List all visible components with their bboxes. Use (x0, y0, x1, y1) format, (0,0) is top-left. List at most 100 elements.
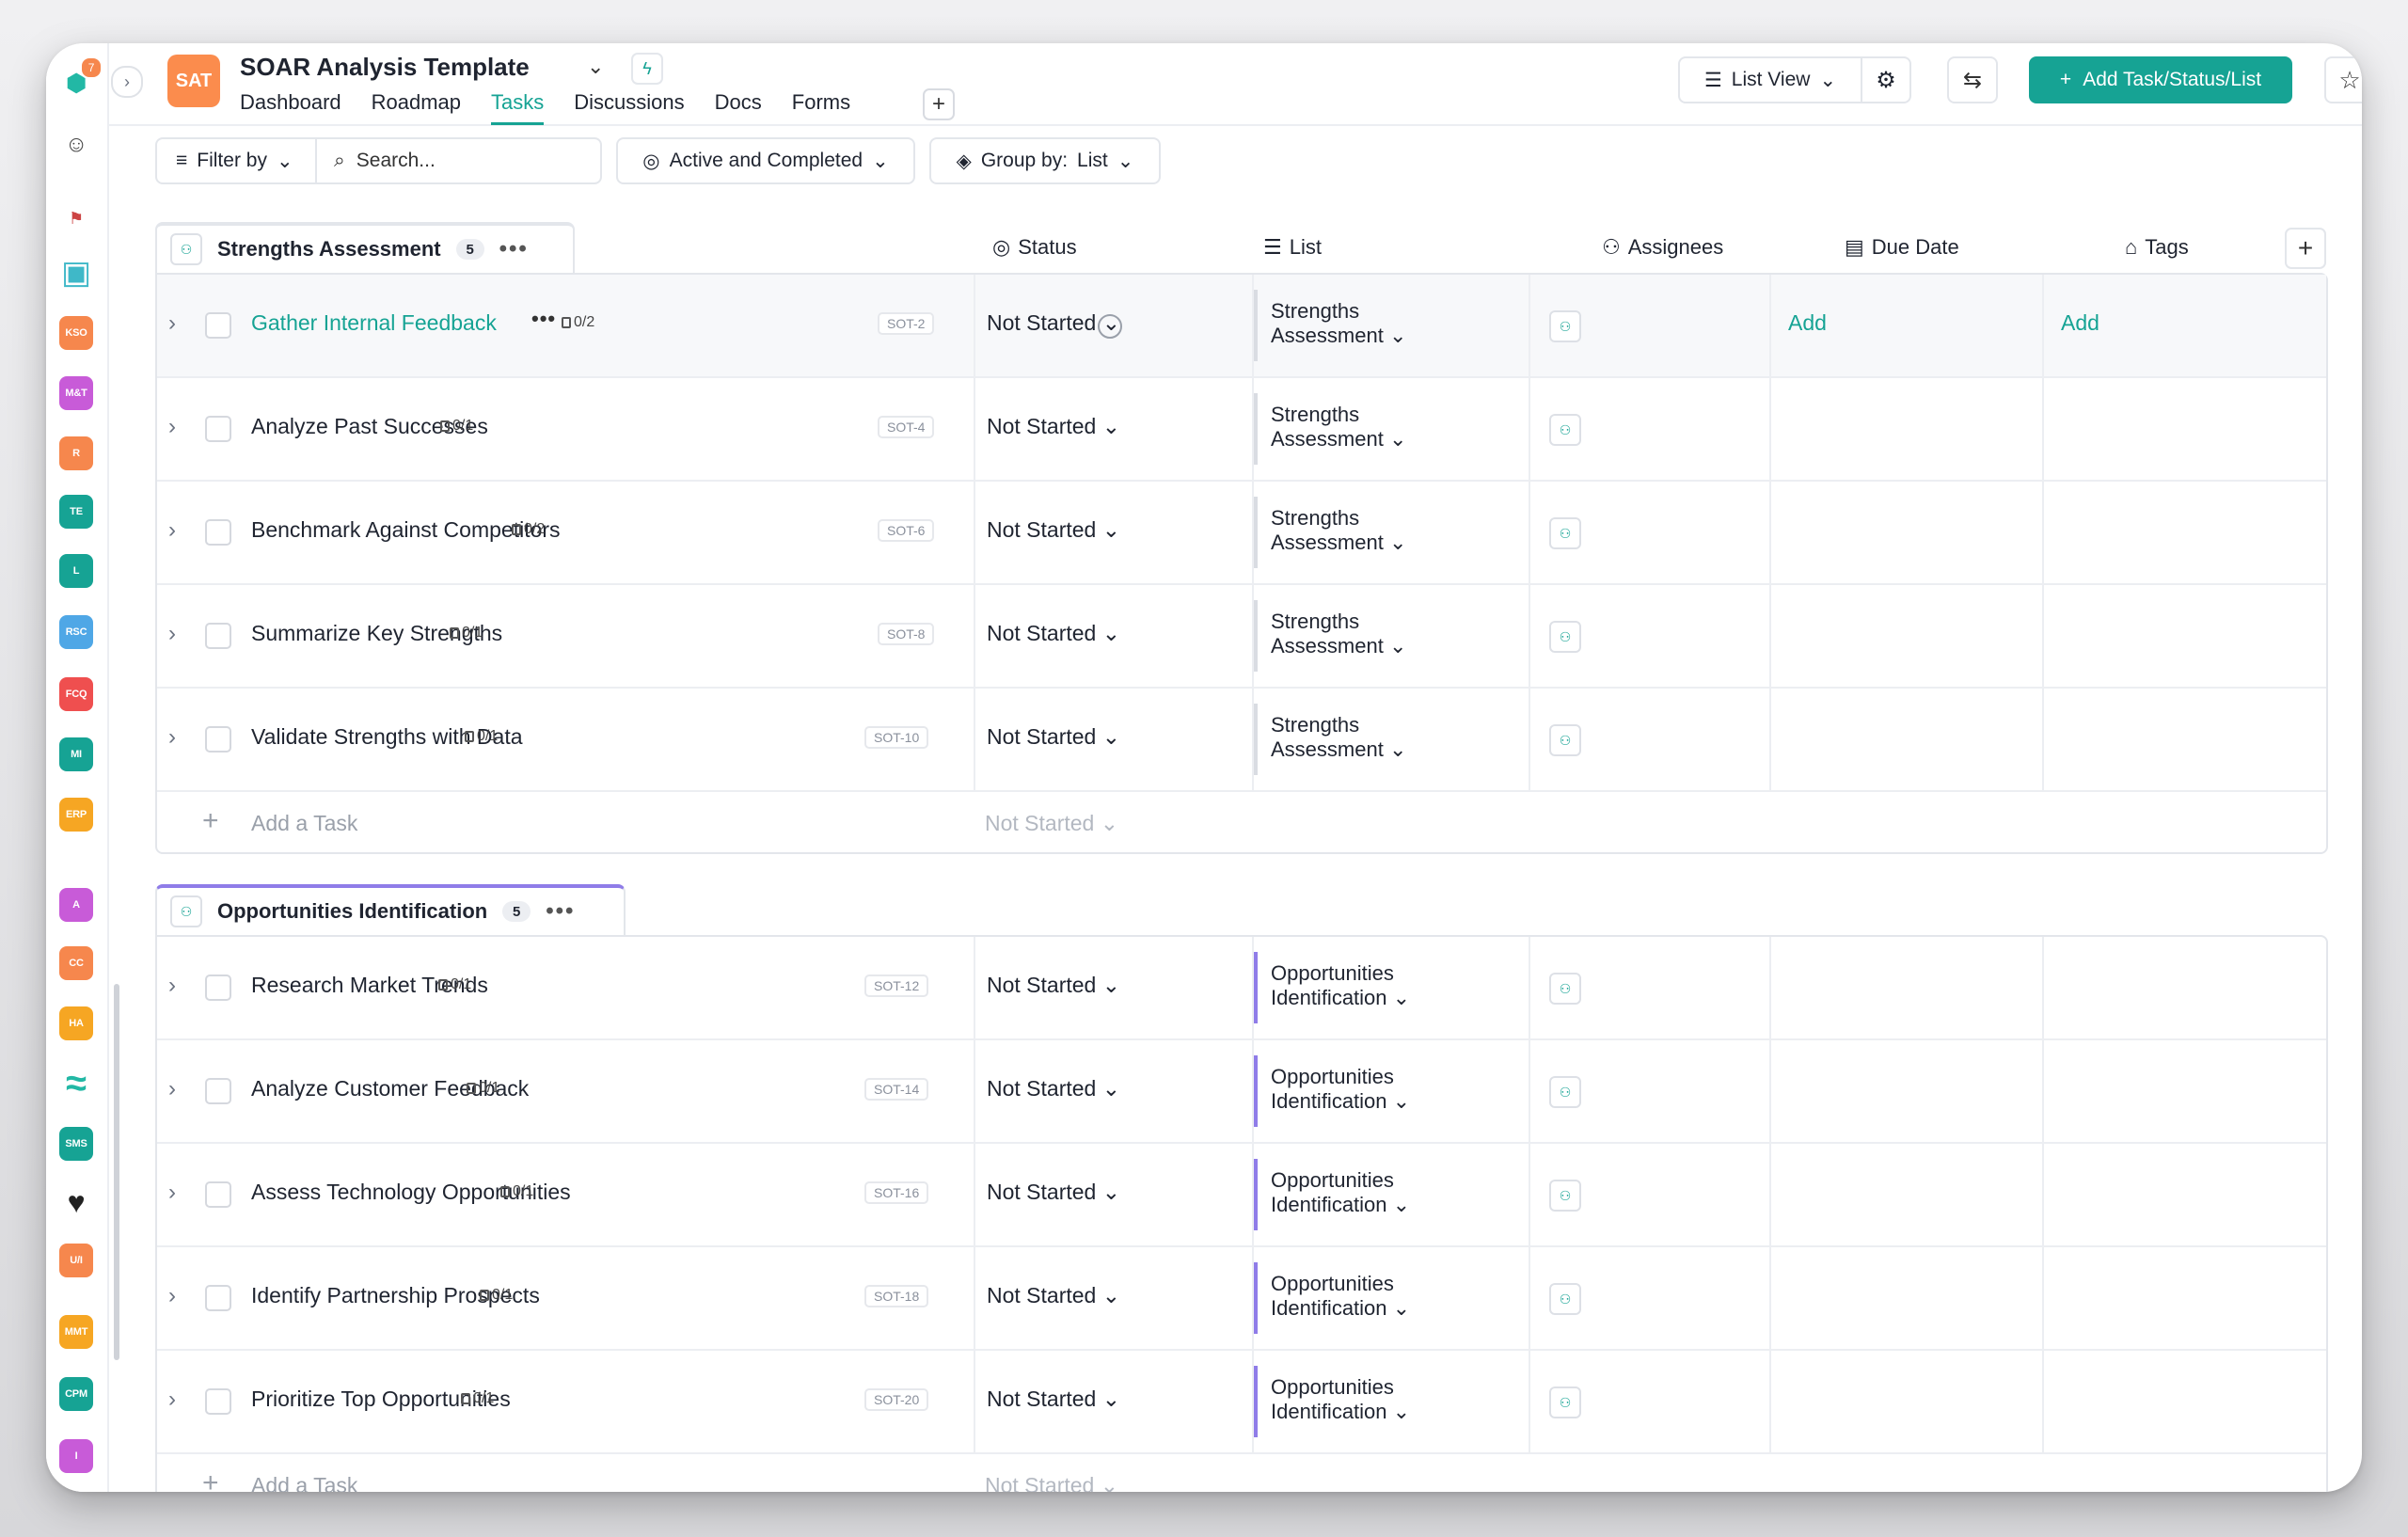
list-dropdown[interactable]: Opportunities Identification ⌄ (1271, 1272, 1459, 1321)
chevron-right-icon[interactable]: › (168, 973, 176, 999)
tags-cell[interactable] (2042, 1040, 2317, 1142)
add-due-date-link[interactable]: Add (1788, 310, 1827, 336)
add-assignee-icon[interactable]: ⚇ (170, 233, 202, 265)
tags-cell[interactable]: Add (2042, 275, 2317, 376)
list-cell[interactable]: Strengths Assessment ⌄ (1252, 585, 1530, 687)
task-row[interactable]: › Benchmark Against Competitors 0/2 SOT-… (157, 482, 2326, 585)
tags-cell[interactable] (2042, 1247, 2317, 1349)
workspace-kso-button[interactable]: KSO (59, 316, 93, 350)
add-column-button[interactable]: + (2285, 228, 2326, 269)
subtask-count[interactable]: 0/1 (461, 1390, 494, 1407)
assignees-cell[interactable]: ⚇ (1529, 275, 1771, 376)
chevron-right-icon[interactable]: › (168, 1283, 176, 1309)
more-options-icon[interactable]: ••• (546, 898, 575, 925)
due-date-cell[interactable] (1769, 689, 2044, 790)
flag-icon[interactable]: ⚑ (59, 201, 93, 235)
list-cell[interactable]: Strengths Assessment ⌄ (1252, 378, 1530, 480)
workspace-fcq-button[interactable]: FCQ (59, 677, 93, 711)
status-cell[interactable]: Not Started ⌄ (974, 378, 1254, 480)
column-tags[interactable]: ⌂ Tags (2125, 222, 2189, 273)
subtask-count[interactable]: 0/2 (562, 314, 594, 331)
status-dropdown[interactable]: Not Started ⌄ (987, 973, 1120, 998)
group-by-dropdown[interactable]: ◈ Group by: List ⌄ (929, 137, 1161, 184)
list-dropdown[interactable]: Strengths Assessment ⌄ (1271, 506, 1459, 555)
status-cell[interactable]: Not Started ⌄ (974, 689, 1254, 790)
status-cell[interactable]: Not Started ⌄ (974, 1144, 1254, 1245)
subtask-count[interactable]: 0/1 (440, 418, 473, 435)
list-dropdown[interactable]: Opportunities Identification ⌄ (1271, 1168, 1459, 1217)
assignees-cell[interactable]: ⚇ (1529, 482, 1771, 583)
workspace-sms-button[interactable]: SMS (59, 1127, 93, 1161)
due-date-cell[interactable] (1769, 1247, 2044, 1349)
assignees-cell[interactable]: ⚇ (1529, 1247, 1771, 1349)
due-date-cell[interactable] (1769, 1144, 2044, 1245)
subtask-count[interactable]: 0/1 (500, 1183, 533, 1200)
workspace-r-button[interactable]: R (59, 436, 93, 470)
task-name[interactable]: Gather Internal Feedback (251, 310, 497, 336)
task-checkbox[interactable] (205, 312, 231, 339)
status-dropdown[interactable]: Not Started ⌄ (987, 310, 1120, 336)
list-dropdown[interactable]: Opportunities Identification ⌄ (1271, 961, 1459, 1010)
task-row[interactable]: › Prioritize Top Opportunities 0/1 SOT-2… (157, 1351, 2326, 1454)
tags-cell[interactable] (2042, 482, 2317, 583)
workspace-cpm-button[interactable]: CPM (59, 1377, 93, 1411)
workspace-ui-button[interactable]: U/I (59, 1244, 93, 1277)
status-cell[interactable]: Not Started ⌄ (974, 937, 1254, 1038)
add-assignee-icon[interactable]: ⚇ (1549, 1283, 1581, 1315)
chevron-right-icon[interactable]: › (168, 1076, 176, 1102)
add-tag-link[interactable]: Add (2061, 310, 2099, 336)
filter-button[interactable]: ≡ Filter by ⌄ (157, 139, 317, 182)
chevron-right-icon[interactable]: › (168, 310, 176, 337)
workspace-mmt-button[interactable]: MMT (59, 1315, 93, 1349)
list-cell[interactable]: Opportunities Identification ⌄ (1252, 1247, 1530, 1349)
tab-discussions[interactable]: Discussions (574, 90, 684, 125)
chevron-right-icon[interactable]: › (168, 1386, 176, 1413)
chevron-right-icon[interactable]: › (168, 517, 176, 544)
list-cell[interactable]: Opportunities Identification ⌄ (1252, 1351, 1530, 1452)
add-assignee-icon[interactable]: ⚇ (1549, 310, 1581, 342)
status-dropdown[interactable]: Not Started ⌄ (987, 621, 1120, 646)
add-assignee-icon[interactable]: ⚇ (1549, 1386, 1581, 1418)
chevron-right-icon[interactable]: › (168, 1180, 176, 1206)
status-cell[interactable]: Not Started ⌄ (974, 482, 1254, 583)
tab-roadmap[interactable]: Roadmap (372, 90, 461, 125)
new-task-status-dropdown[interactable]: Not Started ⌄ (985, 1473, 1118, 1492)
list-dropdown[interactable]: Opportunities Identification ⌄ (1271, 1065, 1459, 1114)
assignees-cell[interactable]: ⚇ (1529, 585, 1771, 687)
due-date-cell[interactable] (1769, 482, 2044, 583)
tags-cell[interactable] (2042, 378, 2317, 480)
task-row[interactable]: › Analyze Customer Feedback 0/1 SOT-14 N… (157, 1040, 2326, 1144)
chat-icon[interactable]: ☺ (59, 128, 93, 162)
list-dropdown[interactable]: Strengths Assessment ⌄ (1271, 299, 1459, 348)
workspace-ha-button[interactable]: HA (59, 1006, 93, 1040)
status-filter-dropdown[interactable]: ◎ Active and Completed ⌄ (616, 137, 915, 184)
add-assignee-icon[interactable]: ⚇ (1549, 1076, 1581, 1108)
status-cell[interactable]: Not Started ⌄ (974, 585, 1254, 687)
more-options-icon[interactable]: ••• (499, 236, 529, 262)
workspace-rsc-button[interactable]: RSC (59, 615, 93, 649)
due-date-cell[interactable] (1769, 1040, 2044, 1142)
task-checkbox[interactable] (205, 519, 231, 546)
rail-scrollbar[interactable] (114, 984, 119, 1360)
task-row[interactable]: › Summarize Key Strengths 0/1 SOT-8 Not … (157, 585, 2326, 689)
chevron-right-icon[interactable]: › (168, 724, 176, 751)
subtask-count[interactable]: 0/1 (450, 625, 483, 642)
add-assignee-icon[interactable]: ⚇ (1549, 517, 1581, 549)
list-dropdown[interactable]: Strengths Assessment ⌄ (1271, 403, 1459, 452)
column-list[interactable]: ☰ List (1263, 222, 1322, 273)
subtask-count[interactable]: 0/1 (465, 728, 498, 745)
status-cell[interactable]: Not Started ⌄ (974, 1040, 1254, 1142)
status-dropdown[interactable]: Not Started ⌄ (987, 1386, 1120, 1412)
settings-button[interactable]: ⚙ (1861, 56, 1911, 103)
list-cell[interactable]: Strengths Assessment ⌄ (1252, 482, 1530, 583)
status-cell[interactable]: Not Started ⌄ (974, 1247, 1254, 1349)
task-checkbox[interactable] (205, 1078, 231, 1104)
list-dropdown[interactable]: Strengths Assessment ⌄ (1271, 610, 1459, 658)
due-date-cell[interactable]: Add (1769, 275, 2044, 376)
task-row[interactable]: › Analyze Past Successes 0/1 SOT-4 Not S… (157, 378, 2326, 482)
automation-bolt-icon[interactable]: ϟ (631, 53, 663, 85)
subtask-count[interactable]: 0/2 (512, 521, 545, 538)
workspace-l-button[interactable]: L (59, 554, 93, 588)
column-due-date[interactable]: ▤ Due Date (1845, 222, 1959, 273)
due-date-cell[interactable] (1769, 1351, 2044, 1452)
